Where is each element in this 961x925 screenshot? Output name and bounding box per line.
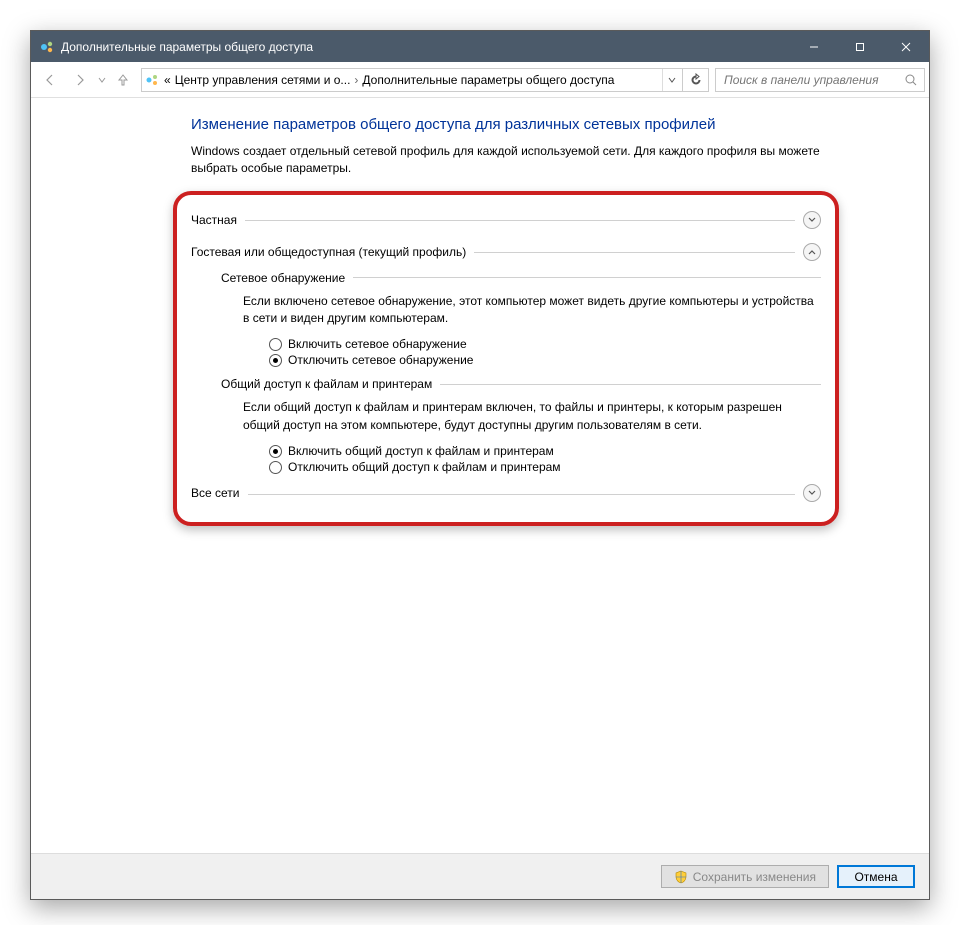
- search-input[interactable]: [722, 72, 904, 88]
- subsection-desc: Если общий доступ к файлам и принтерам в…: [243, 399, 821, 434]
- chevron-down-icon[interactable]: [803, 484, 821, 502]
- page-intro: Windows создает отдельный сетевой профил…: [191, 143, 821, 177]
- section-label: Гостевая или общедоступная (текущий проф…: [191, 245, 466, 259]
- nav-forward-button[interactable]: [65, 66, 95, 94]
- save-button[interactable]: Сохранить изменения: [661, 865, 829, 888]
- window-title: Дополнительные параметры общего доступа: [61, 40, 313, 54]
- radio-discovery-off[interactable]: Отключить сетевое обнаружение: [269, 353, 821, 367]
- radio-fileshare-off[interactable]: Отключить общий доступ к файлам и принте…: [269, 460, 821, 474]
- nav-back-button[interactable]: [35, 66, 65, 94]
- radio-icon: [269, 445, 282, 458]
- radio-icon: [269, 461, 282, 474]
- location-icon: [144, 72, 160, 88]
- subsection-network-discovery: Сетевое обнаружение Если включено сетево…: [221, 271, 821, 368]
- section-label: Частная: [191, 213, 237, 227]
- breadcrumb-item[interactable]: Центр управления сетями и о...: [175, 73, 351, 87]
- chevron-up-icon[interactable]: [803, 243, 821, 261]
- refresh-button[interactable]: [683, 68, 709, 92]
- subsection-desc: Если включено сетевое обнаружение, этот …: [243, 293, 821, 328]
- save-button-label: Сохранить изменения: [693, 870, 816, 884]
- shield-icon: [674, 870, 688, 884]
- titlebar: Дополнительные параметры общего доступа: [31, 31, 929, 62]
- subsection-file-sharing: Общий доступ к файлам и принтерам Если о…: [221, 377, 821, 474]
- address-bar[interactable]: « Центр управления сетями и о... › Допол…: [141, 68, 683, 92]
- cancel-button-label: Отмена: [854, 870, 897, 884]
- section-label: Все сети: [191, 486, 240, 500]
- navbar: « Центр управления сетями и о... › Допол…: [31, 62, 929, 98]
- app-icon: [39, 39, 55, 55]
- minimize-button[interactable]: [791, 31, 837, 62]
- radio-icon: [269, 354, 282, 367]
- nav-history-dropdown[interactable]: [95, 66, 109, 94]
- radio-discovery-on[interactable]: Включить сетевое обнаружение: [269, 337, 821, 351]
- nav-up-button[interactable]: [109, 66, 137, 94]
- page-title: Изменение параметров общего доступа для …: [191, 116, 821, 133]
- breadcrumb-prefix: «: [164, 73, 171, 87]
- content-area: Изменение параметров общего доступа для …: [31, 98, 929, 853]
- radio-label: Включить общий доступ к файлам и принтер…: [288, 444, 554, 458]
- highlight-annotation: Частная Гостевая или общедоступная (теку…: [173, 191, 839, 527]
- close-button[interactable]: [883, 31, 929, 62]
- window: Дополнительные параметры общего доступа: [30, 30, 930, 900]
- cancel-button[interactable]: Отмена: [837, 865, 915, 888]
- address-dropdown-button[interactable]: [662, 69, 680, 91]
- footer: Сохранить изменения Отмена: [31, 853, 929, 899]
- section-private[interactable]: Частная: [191, 211, 821, 229]
- radio-label: Отключить общий доступ к файлам и принте…: [288, 460, 561, 474]
- section-guest[interactable]: Гостевая или общедоступная (текущий проф…: [191, 243, 821, 261]
- breadcrumb-item[interactable]: Дополнительные параметры общего доступа: [362, 73, 614, 87]
- radio-fileshare-on[interactable]: Включить общий доступ к файлам и принтер…: [269, 444, 821, 458]
- subsection-title: Общий доступ к файлам и принтерам: [221, 377, 432, 391]
- chevron-down-icon[interactable]: [803, 211, 821, 229]
- section-all-networks[interactable]: Все сети: [191, 484, 821, 502]
- breadcrumb-separator-icon: ›: [354, 73, 358, 87]
- radio-label: Отключить сетевое обнаружение: [288, 353, 473, 367]
- maximize-button[interactable]: [837, 31, 883, 62]
- search-icon: [904, 73, 918, 87]
- radio-icon: [269, 338, 282, 351]
- subsection-title: Сетевое обнаружение: [221, 271, 345, 285]
- search-box[interactable]: [715, 68, 925, 92]
- radio-label: Включить сетевое обнаружение: [288, 337, 467, 351]
